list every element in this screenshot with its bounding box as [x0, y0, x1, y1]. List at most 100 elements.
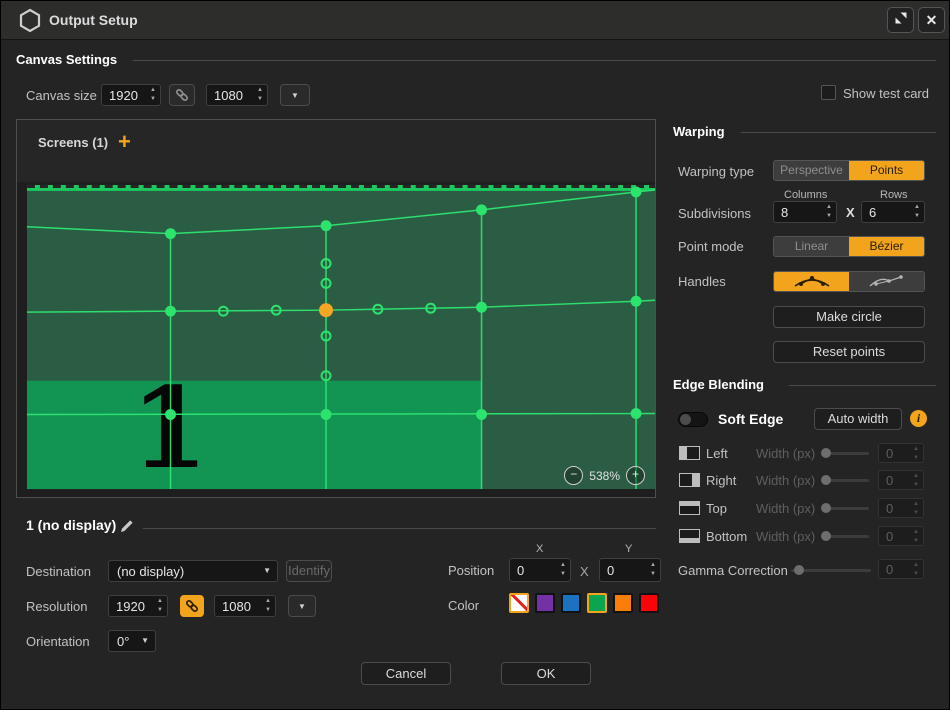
canvas-width-value: 1920 [109, 88, 138, 103]
warping-type-perspective-button[interactable]: Perspective [774, 161, 849, 180]
canvas-size-label: Canvas size [26, 88, 97, 103]
canvas-height-spinner[interactable]: 1080 ▲▼ [206, 84, 268, 106]
spinner-arrows[interactable]: ▲▼ [913, 472, 919, 490]
columns-value: 8 [781, 205, 788, 220]
position-x-spinner[interactable]: 0 ▲▼ [509, 558, 571, 582]
spinner-arrows[interactable]: ▲▼ [650, 561, 656, 579]
edge-left-width-label: Width (px) [756, 446, 815, 461]
spinner-arrows[interactable]: ▲▼ [265, 597, 271, 615]
color-swatch-none[interactable] [509, 593, 529, 613]
toggle-knob [680, 414, 691, 425]
warping-header: Warping [673, 124, 725, 139]
point-mode-linear-button[interactable]: Linear [774, 237, 849, 256]
color-swatch-orange[interactable] [613, 593, 633, 613]
edge-top-label: Top [706, 501, 727, 516]
orientation-dropdown[interactable]: 0° ▼ [108, 630, 156, 652]
handles-broken-button[interactable] [849, 272, 924, 291]
show-test-card-checkbox[interactable] [821, 85, 836, 100]
rows-spinner[interactable]: 6 ▲▼ [861, 201, 925, 223]
screen-detail-divider [143, 528, 656, 529]
resolution-height-spinner[interactable]: 1080 ▲▼ [214, 595, 276, 617]
color-swatch-blue[interactable] [561, 593, 581, 613]
resolution-width-spinner[interactable]: 1920 ▲▼ [108, 595, 168, 617]
handles-label: Handles [678, 274, 726, 289]
spinner-arrows[interactable]: ▲▼ [150, 86, 156, 104]
point-mode-segmented: Linear Bézier [773, 236, 925, 257]
identify-button[interactable]: Identify [286, 560, 332, 582]
color-label: Color [448, 598, 479, 613]
spinner-arrows[interactable]: ▲▼ [257, 86, 263, 104]
point-mode-bezier-button[interactable]: Bézier [849, 237, 924, 256]
cancel-button[interactable]: Cancel [361, 662, 451, 685]
slider-knob[interactable] [794, 565, 804, 575]
zoom-in-button[interactable]: + [626, 466, 645, 485]
resolution-link-button[interactable] [180, 595, 204, 617]
auto-width-button[interactable]: Auto width [814, 408, 902, 430]
color-swatch-red[interactable] [639, 593, 659, 613]
spinner-arrows[interactable]: ▲▼ [913, 500, 919, 518]
info-icon[interactable]: i [910, 410, 927, 427]
position-y-spinner[interactable]: 0 ▲▼ [599, 558, 661, 582]
edge-right-width-label: Width (px) [756, 473, 815, 488]
edge-right-width-slider[interactable] [821, 479, 869, 482]
gamma-value: 0 [886, 562, 893, 577]
warping-divider [741, 132, 936, 133]
ok-button[interactable]: OK [501, 662, 591, 685]
resolution-width-value: 1920 [116, 599, 145, 614]
expand-window-button[interactable] [887, 7, 914, 33]
screens-header-label: Screens (1) [38, 135, 108, 150]
edge-bottom-width-slider[interactable] [821, 535, 869, 538]
slider-knob[interactable] [821, 475, 831, 485]
color-swatch-purple[interactable] [535, 593, 555, 613]
spinner-arrows[interactable]: ▲▼ [826, 203, 832, 221]
columns-spinner[interactable]: 8 ▲▼ [773, 201, 837, 223]
gamma-spinner[interactable]: 0 ▲▼ [878, 559, 924, 579]
slider-knob[interactable] [821, 531, 831, 541]
edge-left-width-value: 0 [886, 446, 893, 461]
canvas-size-link-button[interactable] [169, 84, 195, 106]
slider-knob[interactable] [821, 448, 831, 458]
edge-top-width-slider[interactable] [821, 507, 869, 510]
color-swatch-green[interactable] [587, 593, 607, 613]
edge-left-icon [679, 446, 700, 460]
rename-screen-pencil-icon[interactable] [119, 518, 135, 539]
edge-bottom-width-spinner[interactable]: 0 ▲▼ [878, 526, 924, 546]
destination-dropdown[interactable]: (no display) ▼ [108, 560, 278, 582]
soft-edge-toggle[interactable] [678, 412, 708, 427]
make-circle-button[interactable]: Make circle [773, 306, 925, 328]
spinner-arrows[interactable]: ▲▼ [560, 561, 566, 579]
edge-left-width-spinner[interactable]: 0 ▲▼ [878, 443, 924, 463]
position-x-label: X [536, 543, 543, 555]
gamma-slider[interactable] [791, 569, 871, 572]
canvas-width-spinner[interactable]: 1920 ▲▼ [101, 84, 161, 106]
position-x-value: 0 [517, 563, 524, 578]
reset-points-button[interactable]: Reset points [773, 341, 925, 363]
slider-knob[interactable] [821, 503, 831, 513]
spinner-arrows[interactable]: ▲▼ [913, 561, 919, 579]
zoom-out-button[interactable]: − [564, 466, 583, 485]
soft-edge-label: Soft Edge [718, 411, 783, 427]
edge-right-width-spinner[interactable]: 0 ▲▼ [878, 470, 924, 490]
symmetric-handles-icon [790, 273, 834, 289]
edge-left-width-slider[interactable] [821, 452, 869, 455]
edge-top-width-label: Width (px) [756, 501, 815, 516]
resolution-presets-button[interactable]: ▼ [288, 595, 316, 617]
warp-canvas-preview[interactable]: 1 [17, 182, 655, 497]
edge-top-width-spinner[interactable]: 0 ▲▼ [878, 498, 924, 518]
add-screen-button[interactable]: + [118, 129, 131, 155]
no-color-diagonal-icon [510, 593, 529, 613]
spinner-arrows[interactable]: ▲▼ [914, 203, 920, 221]
handles-symmetric-button[interactable] [774, 272, 849, 291]
canvas-size-presets-button[interactable]: ▼ [280, 84, 310, 106]
screens-panel: Screens (1) + 1 − 538% + [16, 119, 656, 498]
spinner-arrows[interactable]: ▲▼ [913, 528, 919, 546]
close-window-button[interactable]: ✕ [918, 7, 945, 33]
edge-right-label: Right [706, 473, 736, 488]
spinner-arrows[interactable]: ▲▼ [913, 445, 919, 463]
warping-type-points-button[interactable]: Points [849, 161, 924, 180]
window-title: Output Setup [49, 12, 138, 28]
point-mode-label: Point mode [678, 239, 744, 254]
spinner-arrows[interactable]: ▲▼ [157, 597, 163, 615]
link-icon [184, 598, 200, 614]
position-y-label: Y [625, 543, 632, 555]
